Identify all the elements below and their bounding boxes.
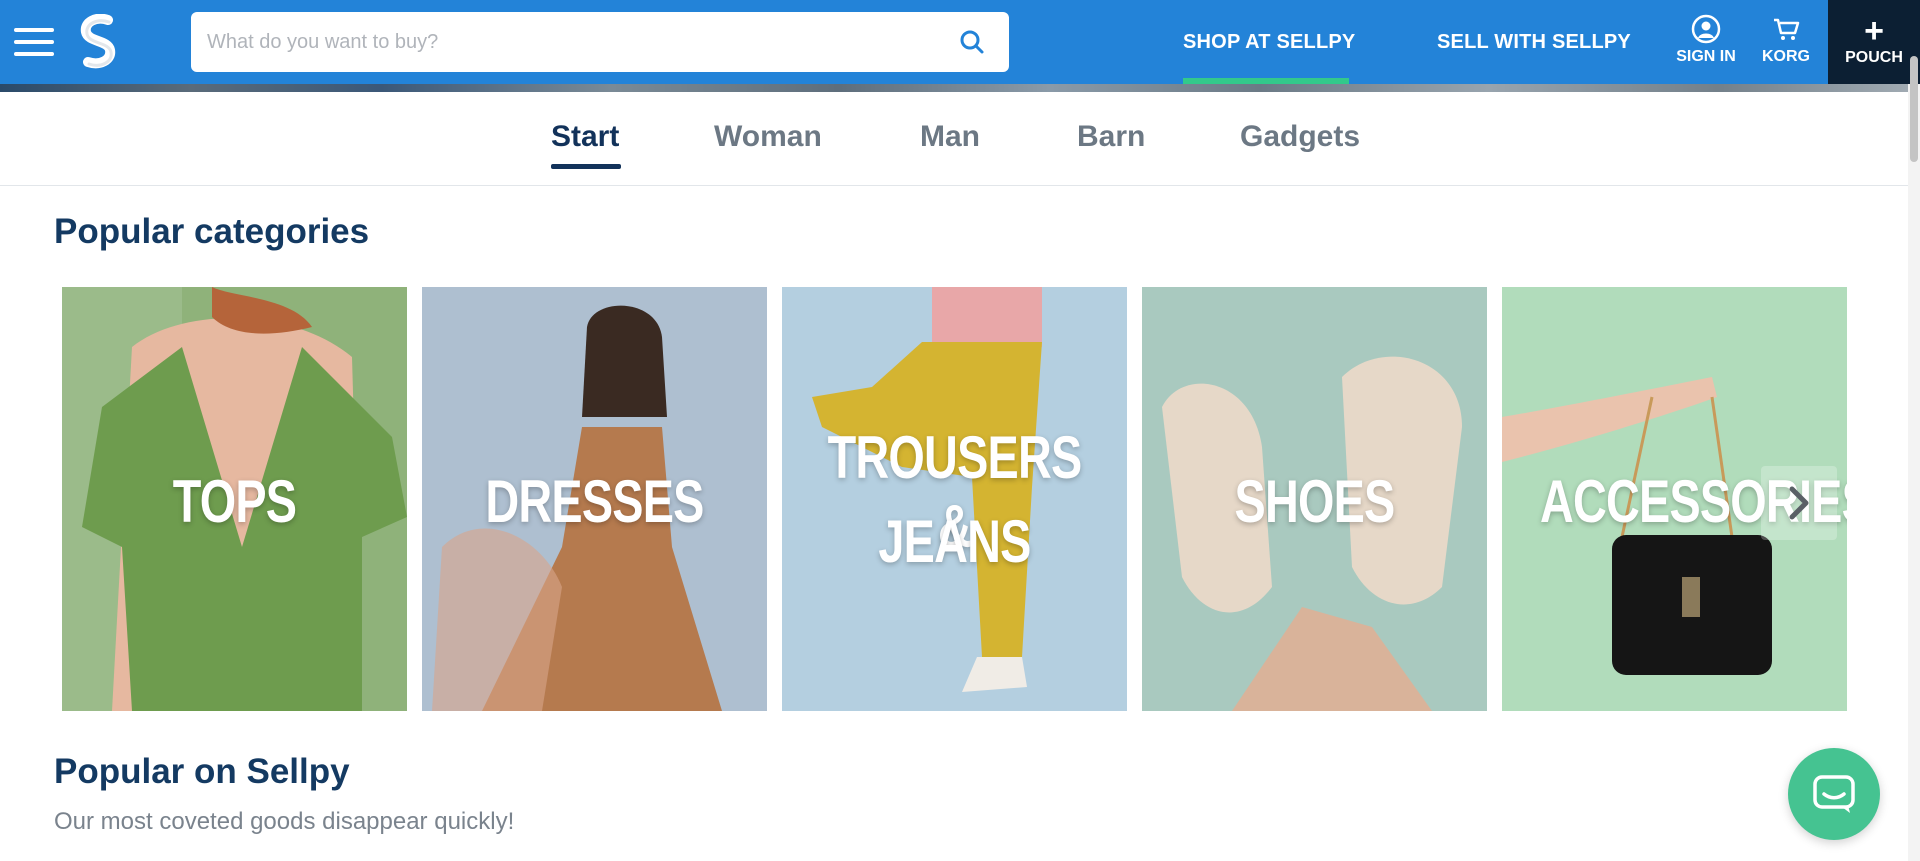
tab-active-underline (551, 164, 621, 169)
category-card-tops[interactable]: TOPS (62, 287, 407, 711)
sign-in-label: SIGN IN (1676, 48, 1736, 65)
carousel-next-button[interactable] (1761, 466, 1837, 540)
nav-sell-with-sellpy[interactable]: SELL WITH SELLPY (1437, 0, 1631, 84)
cart-label: KORG (1762, 48, 1810, 65)
category-label-tops: TOPS (172, 468, 297, 535)
popular-categories-title: Popular categories (54, 212, 370, 251)
category-card-dresses[interactable]: DRESSES (422, 287, 767, 711)
popular-on-sellpy-title: Popular on Sellpy (54, 752, 350, 791)
tab-man[interactable]: Man (920, 120, 980, 154)
plus-icon: + (1864, 12, 1884, 50)
cart-icon (1774, 18, 1800, 40)
search-box (191, 12, 1009, 72)
category-tabs: Start Woman Man Barn Gadgets (0, 92, 1908, 186)
category-label-shoes: SHOES (1234, 468, 1396, 535)
pouch-button[interactable]: + POUCH (1828, 0, 1920, 84)
sign-in-button[interactable]: SIGN IN (1672, 14, 1740, 74)
top-header: SHOP AT SELLPY SELL WITH SELLPY SIGN IN … (0, 0, 1920, 84)
category-carousel: TOPS DRESSES TROUSERS & JEANS SHOES ACCE… (62, 287, 1848, 711)
popular-on-sellpy-subtitle: Our most coveted goods disappear quickly… (54, 808, 515, 835)
cart-button[interactable]: KORG (1760, 14, 1812, 74)
page-scrollbar[interactable] (1908, 84, 1920, 861)
category-card-trousers-jeans[interactable]: TROUSERS & JEANS (782, 287, 1127, 711)
scrollbar-thumb[interactable] (1910, 56, 1918, 162)
chat-icon (1813, 775, 1855, 813)
sellpy-logo[interactable] (78, 14, 120, 70)
tab-barn[interactable]: Barn (1077, 120, 1145, 154)
tab-woman[interactable]: Woman (714, 120, 822, 154)
tab-gadgets[interactable]: Gadgets (1240, 120, 1360, 154)
category-card-shoes[interactable]: SHOES (1142, 287, 1487, 711)
chat-button[interactable] (1788, 748, 1880, 840)
tab-start[interactable]: Start (551, 120, 619, 154)
chevron-right-icon (1789, 486, 1809, 520)
nav-shop-at-sellpy[interactable]: SHOP AT SELLPY (1183, 0, 1355, 84)
pouch-label: POUCH (1845, 49, 1903, 66)
category-label-dresses: DRESSES (485, 468, 704, 535)
search-icon[interactable] (959, 29, 985, 55)
user-icon (1691, 14, 1721, 44)
search-input[interactable] (191, 12, 931, 72)
menu-icon[interactable] (14, 20, 60, 64)
category-label-trousers-line2: JEANS (878, 508, 1031, 575)
hero-image-strip (0, 84, 1908, 92)
